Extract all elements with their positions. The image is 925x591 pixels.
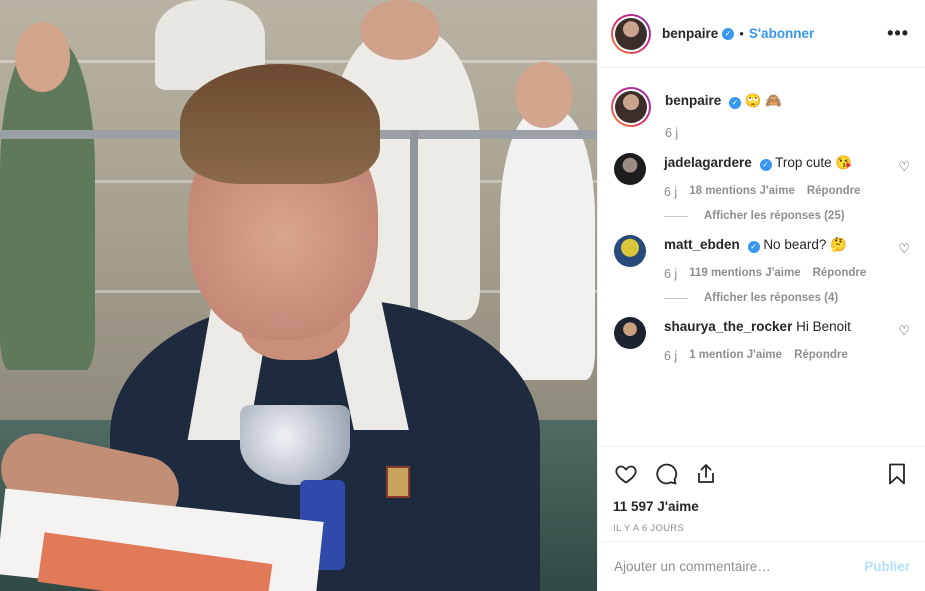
- comment-meta: 6 j 1 mention J'aime Répondre: [664, 349, 894, 363]
- comment-text: No beard? 🤔: [763, 237, 847, 252]
- comment-avatar[interactable]: [614, 235, 646, 267]
- comment-line: matt_ebden ✓ No beard? 🤔: [664, 236, 894, 254]
- caption-line: benpaire ✓ 🙄 🙈: [665, 93, 782, 109]
- comment-likes[interactable]: 18 mentions J'aime: [689, 185, 795, 199]
- comment-likes[interactable]: 1 mention J'aime: [689, 349, 782, 363]
- comment-time[interactable]: 6 j: [664, 349, 677, 363]
- heart-icon[interactable]: [613, 461, 639, 487]
- comment-line: jadelagardere ✓ Trop cute 😘: [664, 154, 894, 172]
- verified-badge-icon: ✓: [722, 27, 735, 40]
- action-icons: [613, 459, 910, 489]
- reply-button[interactable]: Répondre: [794, 349, 848, 363]
- post-header: benpaire ✓ • S'abonner •••: [598, 0, 925, 68]
- username-link[interactable]: jadelagardere: [664, 155, 752, 170]
- reply-button[interactable]: Répondre: [813, 267, 867, 281]
- trophy: [240, 405, 350, 485]
- add-comment-bar: Publier: [598, 541, 925, 591]
- spectator-head: [15, 22, 70, 92]
- view-replies-button[interactable]: Afficher les réponses (25): [664, 210, 894, 222]
- post-actions: 11 597 J'aime IL Y A 6 JOURS: [598, 446, 925, 534]
- verified-badge-icon: ✓: [759, 159, 772, 171]
- comment-time[interactable]: 6 j: [664, 185, 677, 199]
- post-timestamp[interactable]: IL Y A 6 JOURS: [613, 523, 910, 534]
- caption: benpaire ✓ 🙄 🙈 6 j: [611, 69, 910, 140]
- boy-hair: [180, 64, 380, 184]
- username-link[interactable]: matt_ebden: [664, 237, 740, 252]
- post-sidebar: benpaire ✓ • S'abonner ••• benpaire ✓ 🙄 …: [597, 0, 925, 591]
- like-comment-heart-icon[interactable]: ♡: [898, 241, 910, 257]
- caption-body: benpaire ✓ 🙄 🙈 6 j: [665, 87, 782, 140]
- comment-meta: 6 j 18 mentions J'aime Répondre: [664, 185, 894, 199]
- comment-body: jadelagardere ✓ Trop cute 😘 6 j 18 menti…: [664, 153, 894, 222]
- view-replies-label: Afficher les réponses (4): [704, 292, 839, 304]
- like-comment-heart-icon[interactable]: ♡: [898, 159, 910, 175]
- bookmark-icon[interactable]: [884, 461, 910, 487]
- avatar-image: [615, 91, 647, 123]
- separator-dot: •: [739, 26, 744, 41]
- avatar[interactable]: [611, 13, 651, 54]
- comment-icon[interactable]: [653, 461, 679, 487]
- post-view: benpaire ✓ • S'abonner ••• benpaire ✓ 🙄 …: [0, 0, 925, 591]
- publish-button[interactable]: Publier: [864, 559, 910, 574]
- bleacher-step: [0, 60, 597, 63]
- comments-list[interactable]: benpaire ✓ 🙄 🙈 6 j jadelagardere ✓ Trop …: [598, 69, 925, 445]
- post-photo[interactable]: [0, 0, 597, 591]
- likes-count[interactable]: 11 597 J'aime: [613, 499, 910, 514]
- verified-badge-icon: ✓: [729, 97, 742, 109]
- replies-divider: [664, 297, 688, 299]
- comment-time[interactable]: 6 j: [664, 267, 677, 281]
- avatar-inner: [613, 15, 649, 52]
- comment-item: jadelagardere ✓ Trop cute 😘 6 j 18 menti…: [611, 153, 910, 222]
- like-comment-heart-icon[interactable]: ♡: [898, 323, 910, 339]
- more-options-icon[interactable]: •••: [887, 23, 909, 44]
- shirt-logo: [386, 466, 410, 498]
- reply-button[interactable]: Répondre: [807, 185, 861, 199]
- comment-body: matt_ebden ✓ No beard? 🤔 6 j 119 mention…: [664, 235, 894, 304]
- verified-badge-icon: ✓: [747, 241, 760, 253]
- comment-meta: 6 j 119 mentions J'aime Répondre: [664, 267, 894, 281]
- share-icon[interactable]: [693, 461, 719, 487]
- caption-time[interactable]: 6 j: [665, 126, 782, 140]
- comment-item: shaurya_the_rocker Hi Benoit 6 j 1 menti…: [611, 317, 910, 363]
- view-replies-button[interactable]: Afficher les réponses (4): [664, 292, 894, 304]
- spectator-head: [515, 62, 573, 128]
- spectator-figure: [500, 110, 595, 380]
- comment-line: shaurya_the_rocker Hi Benoit: [664, 318, 894, 336]
- view-replies-label: Afficher les réponses (25): [704, 210, 845, 222]
- comment-avatar[interactable]: [614, 153, 646, 185]
- comment-body: shaurya_the_rocker Hi Benoit 6 j 1 menti…: [664, 317, 894, 363]
- spectator-head: [360, 0, 440, 60]
- comment-item: matt_ebden ✓ No beard? 🤔 6 j 119 mention…: [611, 235, 910, 304]
- comment-text: Trop cute 😘: [775, 155, 853, 170]
- replies-divider: [664, 215, 688, 217]
- username-link[interactable]: benpaire: [662, 26, 718, 41]
- comment-input[interactable]: [614, 559, 865, 574]
- comment-likes[interactable]: 119 mentions J'aime: [689, 267, 800, 281]
- avatar-image: [615, 17, 647, 50]
- username-link[interactable]: benpaire: [665, 93, 721, 108]
- username-link[interactable]: shaurya_the_rocker: [664, 319, 792, 334]
- follow-button[interactable]: S'abonner: [749, 26, 814, 41]
- avatar-inner: [613, 89, 649, 125]
- caption-text: 🙄 🙈: [744, 93, 783, 108]
- comment-avatar[interactable]: [614, 317, 646, 349]
- avatar[interactable]: [611, 87, 651, 127]
- comment-text: Hi Benoit: [796, 319, 851, 334]
